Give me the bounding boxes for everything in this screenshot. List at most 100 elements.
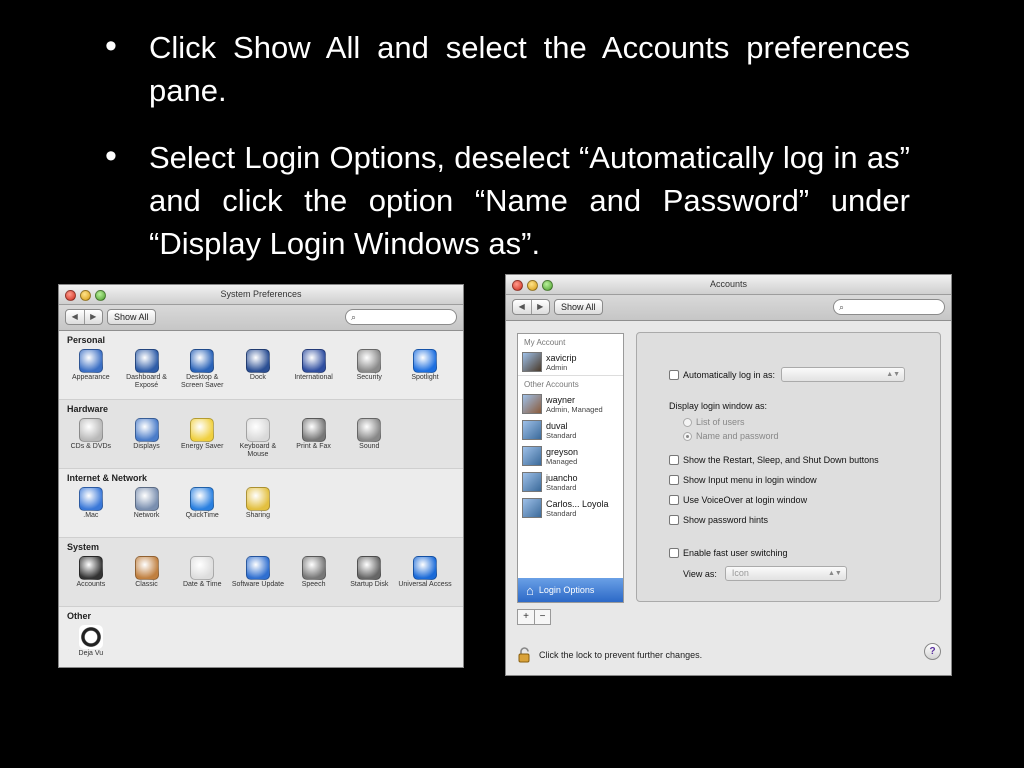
fast-user-switching-checkbox[interactable] [669,548,679,558]
window-title: System Preferences [220,289,302,299]
account-row[interactable]: wayner Admin, Managed [518,391,623,417]
popup-arrows-icon: ▲▼ [828,570,842,577]
auto-login-checkbox[interactable] [669,369,679,380]
pref-pane-item[interactable]: International [286,349,342,390]
show-all-button[interactable]: Show All [554,299,603,315]
search-input[interactable]: ⌕ [345,309,457,325]
pref-pane-deja-vu[interactable]: Deja Vu [63,625,119,658]
universal-access-icon [412,556,437,580]
section-personal: Personal Appearance Dashboard & Exposé Des… [59,331,463,400]
network-icon [134,487,159,511]
toolbar: ◀ ▶ Show All ⌕ [59,305,463,331]
bullet-list: • Click Show All and select the Accounts… [105,26,910,265]
lock-icon[interactable] [517,647,533,663]
login-options-item[interactable]: ⌂ Login Options [518,578,623,602]
pref-pane-label: CDs & DVDs [70,443,112,450]
pref-pane-item[interactable]: Energy Saver [174,418,230,459]
auto-login-user-select[interactable]: ▲▼ [781,367,906,382]
pref-pane-item[interactable]: Speech [286,556,342,589]
pane-icons: .Mac Network QuickTime Sharing [63,487,286,520]
slide: • Click Show All and select the Accounts… [0,0,1024,768]
lock-row: Click the lock to prevent further change… [517,647,702,663]
search-input[interactable]: ⌕ [833,299,945,315]
pref-pane-label: Desktop & Screen Saver [181,374,224,389]
pref-pane-item[interactable]: Displays [119,418,175,459]
pref-pane-item[interactable]: Dock [230,349,286,390]
help-button[interactable]: ? [924,643,941,660]
login-options-panel: Automatically log in as: ▲▼ Display logi… [636,332,941,602]
search-icon: ⌕ [351,312,357,322]
displays-icon [134,418,159,442]
pref-pane-label: Sound [359,443,380,450]
pref-pane-item[interactable]: CDs & DVDs [63,418,119,459]
pref-pane-item[interactable]: QuickTime [174,487,230,520]
pref-pane-label: Energy Saver [181,443,224,450]
pref-pane-item[interactable]: Classic [119,556,175,589]
pref-pane-item[interactable]: Security [341,349,397,390]
account-row[interactable]: duval Standard [518,417,623,443]
show-password-hints-checkbox[interactable] [669,515,679,525]
pref-pane-item[interactable]: Dashboard & Exposé [119,349,175,390]
list-of-users-radio[interactable] [683,417,692,427]
appearance-icon [78,349,103,373]
pref-pane-item[interactable]: Print & Fax [286,418,342,459]
pref-pane-item[interactable]: Network [119,487,175,520]
pref-pane-item[interactable]: Universal Access [397,556,453,589]
pref-pane-label: Spotlight [411,374,439,381]
back-arrow-icon[interactable]: ◀ [513,300,531,314]
spotlight-icon [412,349,437,373]
account-row[interactable]: juancho Standard [518,469,623,495]
desktop-icon [190,349,215,373]
pref-pane-label: Date & Time [182,581,222,588]
window-title: Accounts [709,279,748,289]
back-forward-control: ◀ ▶ [512,299,550,315]
section-system: System Accounts Classic Date & Time Softwar… [59,538,463,607]
pref-pane-item[interactable]: Spotlight [397,349,453,390]
pref-pane-label: Universal Access [398,581,452,588]
view-as-select[interactable]: Icon ▲▼ [724,566,847,581]
printer-icon [301,418,326,442]
forward-arrow-icon[interactable]: ▶ [83,310,103,324]
show-input-menu-checkbox[interactable] [669,475,679,485]
back-arrow-icon[interactable]: ◀ [66,310,84,324]
section-title: Internet & Network [67,473,148,483]
section-title: Hardware [67,404,109,414]
name-and-password-row: Name and password [683,431,779,441]
pane-icons: CDs & DVDs Displays Energy Saver Keyboard &… [63,418,397,459]
back-forward-control: ◀ ▶ [65,309,103,325]
use-voiceover-row: Use VoiceOver at login window [669,495,807,505]
pref-pane-label: Deja Vu [78,650,104,657]
pref-pane-label: Appearance [71,374,110,381]
pref-pane-item[interactable]: Software Update [230,556,286,589]
account-row[interactable]: xavicrip Admin [518,349,623,375]
pref-pane-item[interactable]: Accounts [63,556,119,589]
show-restart-checkbox[interactable] [669,455,679,465]
mac-icon [78,487,103,511]
pref-pane-item[interactable]: Sound [341,418,397,459]
startup-disk-icon [357,556,382,580]
pref-pane-item[interactable]: Startup Disk [341,556,397,589]
login-options-label: Login Options [538,585,595,595]
section-internet-network: Internet & Network .Mac Network QuickTime S… [59,469,463,538]
pref-pane-item[interactable]: Keyboard & Mouse [230,418,286,459]
user-avatar-icon [522,446,542,466]
pref-pane-label: .Mac [83,512,99,519]
pref-pane-item[interactable]: Appearance [63,349,119,390]
pref-pane-item[interactable]: Sharing [230,487,286,520]
account-row[interactable]: Carlos... Loyola Standard [518,495,623,521]
name-and-password-radio[interactable] [683,431,692,441]
forward-arrow-icon[interactable]: ▶ [530,300,550,314]
pref-pane-label: Sharing [245,512,270,519]
pref-pane-label: Speech [301,581,326,588]
user-avatar-icon [522,498,542,518]
classic-icon [134,556,159,580]
use-voiceover-checkbox[interactable] [669,495,679,505]
account-row[interactable]: greyson Managed [518,443,623,469]
remove-account-button[interactable]: − [534,610,550,624]
list-of-users-row: List of users [683,417,745,427]
add-account-button[interactable]: + [518,610,534,624]
pref-pane-item[interactable]: Desktop & Screen Saver [174,349,230,390]
show-all-button[interactable]: Show All [107,309,156,325]
pref-pane-item[interactable]: Date & Time [174,556,230,589]
pref-pane-item[interactable]: .Mac [63,487,119,520]
